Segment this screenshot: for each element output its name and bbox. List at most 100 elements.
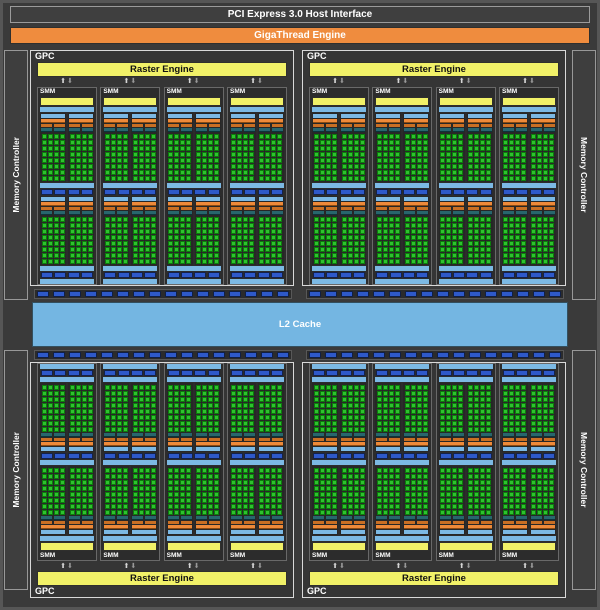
core-cell — [452, 480, 457, 485]
dispatch-unit-cell — [196, 521, 207, 524]
core-cell — [186, 170, 191, 175]
core-cell — [111, 385, 116, 390]
core-cell — [474, 170, 479, 175]
core-cell — [377, 140, 382, 145]
cache-bar — [502, 377, 556, 382]
core-cell — [180, 164, 185, 169]
core-cell — [174, 241, 179, 246]
core-cell — [139, 480, 144, 485]
rop-cell — [149, 291, 161, 297]
core-cell — [354, 498, 359, 503]
core-cell — [88, 223, 93, 228]
core-cell — [186, 241, 191, 246]
dispatch-unit-cell — [354, 521, 365, 524]
arrow-pair: ⬆⬇ — [227, 77, 287, 86]
core-cell — [452, 403, 457, 408]
core-cell — [70, 223, 75, 228]
core-cell — [145, 498, 150, 503]
smm-half — [502, 196, 556, 265]
core-cell — [531, 510, 536, 515]
core-grid — [468, 134, 492, 181]
core-cell — [515, 176, 520, 181]
register-file-bar — [531, 516, 555, 520]
core-cell — [452, 146, 457, 151]
core-cell — [509, 409, 514, 414]
core-cell — [214, 152, 219, 157]
core-grid — [132, 134, 156, 181]
core-cell — [509, 140, 514, 145]
smm-half — [439, 113, 493, 182]
core-cell — [231, 223, 236, 228]
core-cell — [277, 510, 282, 515]
core-cell — [82, 468, 87, 473]
core-cell — [521, 223, 526, 228]
core-cell — [243, 259, 248, 264]
core-cell — [105, 492, 110, 497]
core-cell — [88, 385, 93, 390]
core-cell — [389, 409, 394, 414]
core-cell — [186, 498, 191, 503]
core-cell — [549, 510, 554, 515]
core-cell — [180, 492, 185, 497]
smm-half — [439, 196, 493, 265]
core-cell — [186, 480, 191, 485]
core-cell — [237, 229, 242, 234]
core-cell — [549, 397, 554, 402]
core-cell — [543, 229, 548, 234]
cache-bar — [230, 377, 284, 382]
core-cell — [446, 223, 451, 228]
instruction-buffer-bar — [196, 447, 220, 451]
dispatch-unit-cell — [82, 207, 93, 210]
dispatch-unit-cell — [453, 124, 464, 127]
core-cell — [383, 170, 388, 175]
core-cell — [521, 241, 526, 246]
core-cell — [537, 498, 542, 503]
register-file-cell — [132, 516, 143, 520]
smm-block: SMM — [436, 363, 496, 561]
register-file-cell — [41, 516, 52, 520]
core-grid — [468, 217, 492, 264]
core-cell — [515, 474, 520, 479]
core-cell — [417, 492, 422, 497]
cache-bar — [230, 183, 284, 188]
core-cell — [377, 498, 382, 503]
core-cell — [214, 146, 219, 151]
core-cell — [117, 409, 122, 414]
core-cell — [411, 415, 416, 420]
smm-partition — [195, 113, 221, 182]
core-cell — [474, 468, 479, 473]
smm-partition — [40, 113, 66, 182]
rop-cell — [165, 352, 177, 358]
core-cell — [76, 486, 81, 491]
core-cell — [395, 140, 400, 145]
cache-bar — [439, 364, 493, 369]
core-cell — [377, 229, 382, 234]
core-cell — [468, 247, 473, 252]
core-cell — [411, 409, 416, 414]
core-cell — [186, 223, 191, 228]
core-cell — [70, 158, 75, 163]
rop-cell — [101, 291, 113, 297]
core-cell — [70, 164, 75, 169]
core-cell — [342, 391, 347, 396]
register-file-bar — [196, 211, 220, 215]
smm-label: SMM — [230, 88, 284, 96]
core-cell — [440, 146, 445, 151]
rop-cell — [85, 291, 97, 297]
warp-scheduler-bar — [41, 442, 65, 446]
instruction-buffer-bar — [341, 447, 365, 451]
core-cell — [320, 235, 325, 240]
core-cell — [70, 474, 75, 479]
core-cell — [54, 146, 59, 151]
core-cell — [174, 158, 179, 163]
core-cell — [480, 421, 485, 426]
core-cell — [231, 474, 236, 479]
core-cell — [202, 492, 207, 497]
dispatch-unit-cell — [417, 521, 428, 524]
core-cell — [354, 158, 359, 163]
core-cell — [82, 403, 87, 408]
core-cell — [174, 253, 179, 258]
core-cell — [271, 235, 276, 240]
core-cell — [509, 223, 514, 228]
core-cell — [42, 468, 47, 473]
